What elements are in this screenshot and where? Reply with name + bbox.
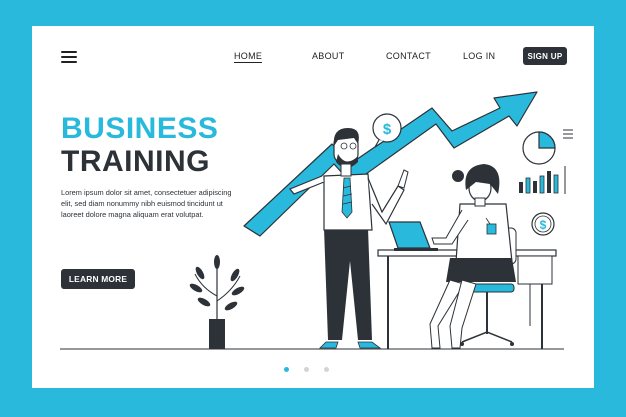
landing-card: HOME ABOUT CONTACT LOG IN SIGN UP BUSINE… [32, 26, 594, 388]
potted-plant-icon [189, 255, 245, 349]
svg-text:$: $ [383, 121, 392, 138]
carousel-dot-2[interactable] [304, 367, 309, 372]
bar-chart-icon [519, 166, 566, 194]
carousel-dot-3[interactable] [324, 367, 329, 372]
dollar-coin-icon: $ [531, 212, 555, 236]
business-illustration: $ $ [60, 91, 573, 350]
carousel-dot-1[interactable] [284, 367, 289, 372]
pie-chart-icon [522, 129, 573, 165]
svg-text:$: $ [540, 218, 547, 232]
laptop-icon [388, 221, 438, 251]
man-presenter-figure [289, 128, 409, 349]
